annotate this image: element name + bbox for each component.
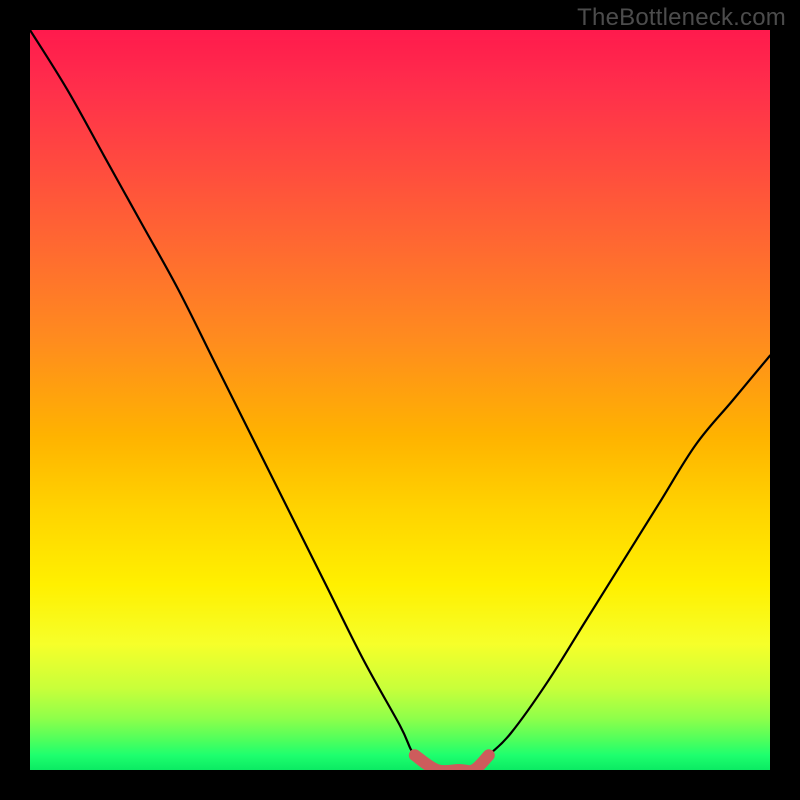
chart-frame: TheBottleneck.com — [0, 0, 800, 800]
optimal-flat-segment — [415, 755, 489, 770]
chart-svg — [30, 30, 770, 770]
bottleneck-curve — [30, 30, 770, 770]
watermark-text: TheBottleneck.com — [577, 4, 786, 32]
plot-area — [30, 30, 770, 770]
